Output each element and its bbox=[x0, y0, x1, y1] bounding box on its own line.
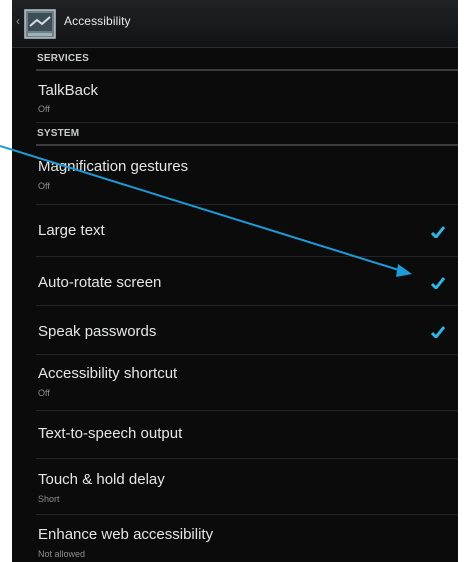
item-title: Accessibility shortcut bbox=[38, 365, 178, 382]
settings-list: SERVICES TalkBack Off SYSTEM Magnificati… bbox=[36, 48, 458, 562]
checkbox-checked-icon[interactable] bbox=[431, 326, 445, 338]
item-summary: Short bbox=[38, 494, 60, 504]
section-header-system: SYSTEM bbox=[36, 123, 458, 146]
item-summary: Off bbox=[38, 388, 50, 398]
item-title: Touch & hold delay bbox=[38, 471, 165, 488]
list-item-touch-hold-delay[interactable]: Touch & hold delay Short bbox=[36, 459, 458, 515]
item-title: Speak passwords bbox=[38, 323, 157, 340]
item-summary: Not allowed bbox=[38, 549, 86, 559]
section-header-services: SERVICES bbox=[36, 48, 458, 71]
list-item-accessibility-shortcut[interactable]: Accessibility shortcut Off bbox=[36, 355, 458, 411]
item-title: Large text bbox=[38, 222, 105, 239]
android-settings-screen: ‹ Accessibility SERVICES TalkBack Off SY… bbox=[12, 0, 458, 562]
back-chevron-icon[interactable]: ‹ bbox=[16, 15, 22, 27]
list-item-text-to-speech-output[interactable]: Text-to-speech output bbox=[36, 411, 458, 459]
list-item-magnification-gestures[interactable]: Magnification gestures Off bbox=[36, 146, 458, 205]
list-item-enhance-web-accessibility[interactable]: Enhance web accessibility Not allowed bbox=[36, 515, 458, 562]
item-title: TalkBack bbox=[38, 82, 99, 99]
accessibility-app-icon[interactable] bbox=[24, 9, 56, 39]
list-item-talkback[interactable]: TalkBack Off bbox=[36, 71, 458, 123]
checkbox-checked-icon[interactable] bbox=[431, 226, 445, 238]
item-summary: Off bbox=[38, 181, 50, 191]
action-bar: ‹ Accessibility bbox=[12, 0, 458, 48]
item-title: Auto-rotate screen bbox=[38, 274, 162, 291]
item-summary: Off bbox=[38, 104, 50, 114]
list-item-large-text[interactable]: Large text bbox=[36, 205, 458, 257]
item-title: Magnification gestures bbox=[38, 158, 189, 175]
item-title: Text-to-speech output bbox=[38, 425, 183, 442]
list-item-auto-rotate-screen[interactable]: Auto-rotate screen bbox=[36, 257, 458, 306]
item-title: Enhance web accessibility bbox=[38, 526, 214, 543]
page-title: Accessibility bbox=[64, 14, 131, 28]
list-item-speak-passwords[interactable]: Speak passwords bbox=[36, 306, 458, 355]
checkbox-checked-icon[interactable] bbox=[431, 277, 445, 289]
